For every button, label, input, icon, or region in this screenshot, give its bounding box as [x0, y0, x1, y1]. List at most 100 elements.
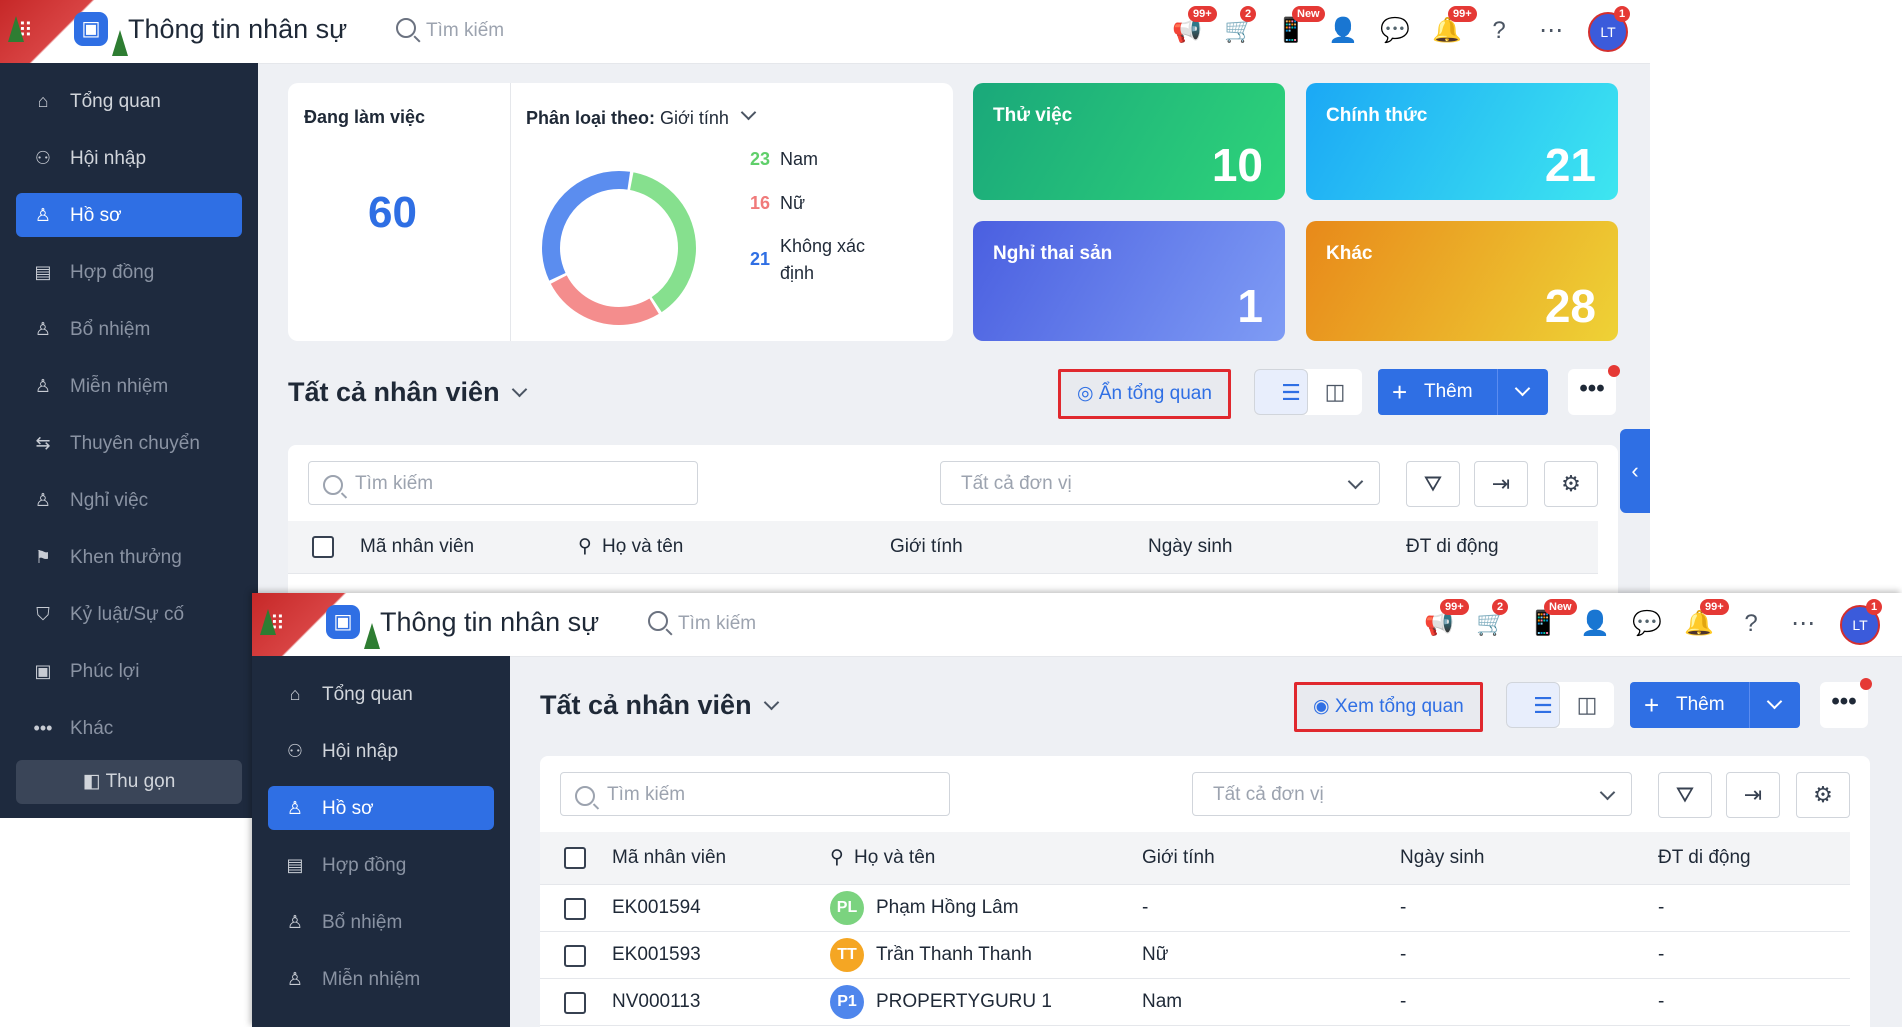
sidebar-item-dismiss[interactable]: ♙ Miễn nhiệm [16, 364, 242, 408]
stat-card-maternity[interactable]: Nghỉ thai sản 1 [973, 221, 1285, 341]
employee-name[interactable]: Trần Thanh Thanh [876, 932, 1032, 978]
sidebar-item-dismiss[interactable]: ♙ Miễn nhiệm [268, 957, 494, 1001]
sidebar-item-onboarding[interactable]: ⚇ Hội nhập [16, 136, 242, 180]
show-overview-button[interactable]: ◉ Xem tổng quan [1294, 682, 1483, 732]
bell-icon[interactable]: 🔔 99+ [1430, 6, 1477, 48]
split-view-icon[interactable]: ◫ [1308, 369, 1362, 415]
list-title-selector[interactable]: Tất cả nhân viên [288, 377, 527, 408]
table-row[interactable]: NV000113 P1 PROPERTYGURU 1 Nam - - [540, 979, 1850, 1026]
chat-icon[interactable]: 💬 [1630, 607, 1664, 641]
tree-icon [112, 30, 128, 56]
row-checkbox[interactable] [564, 898, 586, 920]
global-search[interactable]: Tìm kiếm [648, 611, 756, 635]
sidebar-item-overview[interactable]: ⌂ Tổng quan [16, 79, 242, 123]
list-search-input[interactable]: Tìm kiếm [308, 461, 698, 505]
add-user-icon[interactable]: 👤 [1578, 607, 1612, 641]
sidebar-item-appoint[interactable]: ♙ Bổ nhiệm [16, 307, 242, 351]
list-view-icon[interactable]: ☰ [1506, 682, 1560, 728]
settings-gear-icon[interactable]: ⚙ [1544, 461, 1598, 507]
settings-gear-icon[interactable]: ⚙ [1796, 772, 1850, 818]
split-view-icon[interactable]: ◫ [1560, 682, 1614, 728]
user-avatar[interactable]: LT 1 [1840, 599, 1883, 645]
main-content: Tất cả nhân viên ◉ Xem tổng quan ☰ ◫ + Thê… [510, 656, 1902, 1027]
list-title-selector[interactable]: Tất cả nhân viên [540, 690, 779, 721]
unit-select[interactable]: Tất cả đơn vị [1192, 772, 1632, 816]
app-logo-icon: ▣ [326, 605, 360, 639]
unit-select[interactable]: Tất cả đơn vị [940, 461, 1380, 505]
column-header[interactable]: Giới tính [1142, 832, 1215, 884]
export-icon[interactable]: ⇥ [1726, 772, 1780, 818]
sidebar-item-benefit[interactable]: ▣ Phúc lợi [16, 649, 242, 693]
help-icon[interactable]: ? [1734, 607, 1768, 641]
stat-card-other[interactable]: Khác 28 [1306, 221, 1618, 341]
column-header[interactable]: ĐT di động [1406, 521, 1499, 573]
stat-card-probation[interactable]: Thử việc 10 [973, 83, 1285, 200]
more-actions-button[interactable]: ••• [1820, 678, 1872, 728]
employee-name[interactable]: PROPERTYGURU 1 [876, 979, 1052, 1025]
user-avatar[interactable]: LT 1 [1588, 6, 1631, 52]
sidebar-item-reward[interactable]: ⚑ Khen thưởng [16, 535, 242, 579]
add-button[interactable]: + Thêm [1630, 682, 1800, 728]
table-row[interactable]: EK001593 TT Trần Thanh Thanh Nữ - - [540, 932, 1850, 979]
column-header[interactable]: Họ và tên [854, 832, 935, 884]
add-button[interactable]: + Thêm [1378, 369, 1548, 415]
global-search-placeholder: Tìm kiếm [678, 613, 757, 634]
column-header[interactable]: ĐT di động [1658, 832, 1751, 884]
add-dropdown-chevron-icon[interactable] [1497, 369, 1548, 415]
row-checkbox[interactable] [564, 992, 586, 1014]
unit-select-value: Tất cả đơn vị [961, 473, 1072, 494]
sidebar-item-overview[interactable]: ⌂ Tổng quan [268, 672, 494, 716]
sidebar-item-onboarding[interactable]: ⚇ Hội nhập [268, 729, 494, 773]
list-view-icon[interactable]: ☰ [1254, 369, 1308, 415]
badge: 99+ [1448, 6, 1477, 22]
add-user-icon[interactable]: 👤 [1326, 14, 1360, 48]
sidebar-item-discipline[interactable]: ⛉ Kỷ luật/Sự cố [16, 592, 242, 636]
chat-icon[interactable]: 💬 [1378, 14, 1412, 48]
stat-card-official[interactable]: Chính thức 21 [1306, 83, 1618, 200]
notification-dot [1608, 365, 1620, 377]
cart-icon[interactable]: 🛒 2 [1222, 6, 1257, 48]
more-circle-icon[interactable]: ⋯ [1534, 14, 1568, 48]
pin-icon[interactable]: ⚲ [830, 832, 844, 884]
sidebar-item-other[interactable]: ••• Khác [16, 706, 242, 750]
filter-icon[interactable]: ⛛ [1658, 772, 1712, 818]
column-header[interactable]: Giới tính [890, 521, 963, 573]
more-circle-icon[interactable]: ⋯ [1786, 607, 1820, 641]
phone-icon[interactable]: 📱 New [1274, 6, 1325, 48]
panel-collapse-chevron-icon[interactable]: ‹ [1620, 429, 1650, 513]
column-header[interactable]: Mã nhân viên [612, 832, 726, 884]
sidebar-item-transfer[interactable]: ⇆ Thuyên chuyển [16, 421, 242, 465]
hide-overview-button[interactable]: ◎ Ẩn tổng quan [1058, 369, 1231, 419]
phone-icon[interactable]: 📱 New [1526, 599, 1577, 641]
sidebar-item-profile[interactable]: ♙ Hồ sơ [16, 193, 242, 237]
row-checkbox[interactable] [564, 945, 586, 967]
help-icon[interactable]: ? [1482, 14, 1516, 48]
select-all-checkbox[interactable] [312, 536, 334, 558]
pin-icon[interactable]: ⚲ [578, 521, 592, 573]
list-search-input[interactable]: Tìm kiếm [560, 772, 950, 816]
add-dropdown-chevron-icon[interactable] [1749, 682, 1800, 728]
sidebar-item-resign[interactable]: ♙ Nghỉ việc [16, 478, 242, 522]
column-header[interactable]: Mã nhân viên [360, 521, 474, 573]
stat-value: 21 [1544, 139, 1596, 191]
classify-selector[interactable]: Phân loại theo: Giới tính [526, 104, 757, 129]
global-search[interactable]: Tìm kiếm [396, 18, 504, 42]
export-icon[interactable]: ⇥ [1474, 461, 1528, 507]
table-row[interactable]: EK001594 PL Phạm Hồng Lâm - - - [540, 885, 1850, 932]
filter-icon[interactable]: ⛛ [1406, 461, 1460, 507]
cart-icon[interactable]: 🛒 2 [1474, 599, 1509, 641]
column-header[interactable]: Ngày sinh [1148, 521, 1233, 573]
employee-name[interactable]: Phạm Hồng Lâm [876, 885, 1019, 931]
sidebar-item-contract[interactable]: ▤ Hợp đồng [16, 250, 242, 294]
sidebar-item-profile[interactable]: ♙ Hồ sơ [268, 786, 494, 830]
select-all-checkbox[interactable] [564, 847, 586, 869]
sidebar-item-contract[interactable]: ▤ Hợp đồng [268, 843, 494, 887]
column-header[interactable]: Ngày sinh [1400, 832, 1485, 884]
sidebar-item-appoint[interactable]: ♙ Bổ nhiệm [268, 900, 494, 944]
megaphone-icon[interactable]: 📢 99+ [1170, 6, 1217, 48]
bell-icon[interactable]: 🔔 99+ [1682, 599, 1729, 641]
megaphone-icon[interactable]: 📢 99+ [1422, 599, 1469, 641]
more-actions-button[interactable]: ••• [1568, 365, 1620, 415]
column-header[interactable]: Họ và tên [602, 521, 683, 573]
collapse-button[interactable]: ◧ Thu gọn [16, 760, 242, 804]
